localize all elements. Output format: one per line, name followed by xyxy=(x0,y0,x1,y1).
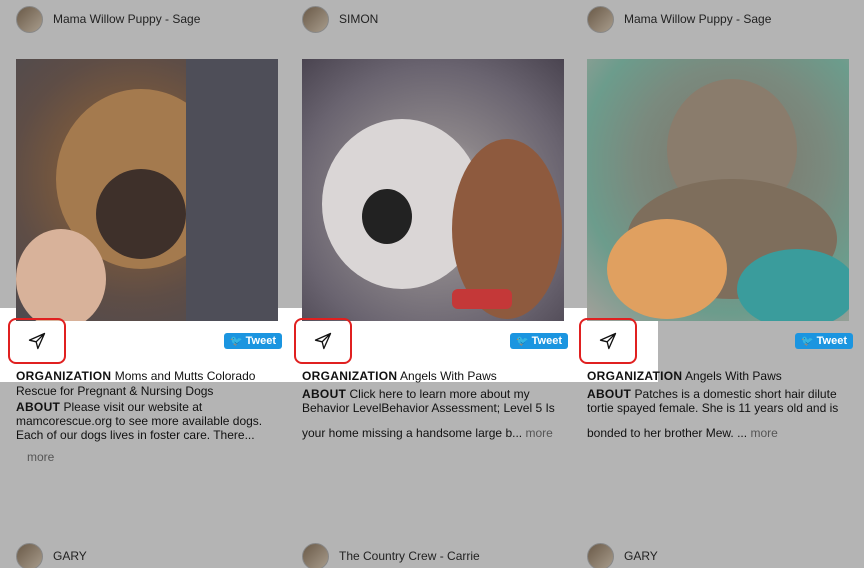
twitter-bird-icon: 🐦 xyxy=(516,335,529,347)
tweet-button[interactable]: 🐦 Tweet xyxy=(510,333,568,349)
about-label: ABOUT xyxy=(16,400,61,414)
tweet-label: Tweet xyxy=(245,335,276,347)
paper-plane-icon xyxy=(28,332,46,350)
card-header: The Country Crew - Carrie xyxy=(302,542,480,568)
username[interactable]: The Country Crew - Carrie xyxy=(339,549,480,563)
share-button[interactable] xyxy=(579,318,637,364)
avatar[interactable] xyxy=(16,542,43,568)
avatar[interactable] xyxy=(587,5,614,33)
username[interactable]: GARY xyxy=(624,549,658,563)
avatar[interactable] xyxy=(302,5,329,33)
card-header: Mama Willow Puppy - Sage xyxy=(587,5,771,33)
twitter-bird-icon: 🐦 xyxy=(801,335,814,347)
pet-card: SIMON 🐦 Tweet ORGANIZATION Angels With P… xyxy=(294,0,568,480)
tweet-label: Tweet xyxy=(531,335,562,347)
tweet-button[interactable]: 🐦 Tweet xyxy=(795,333,853,349)
about-continued: bonded to her brother Mew. ... more xyxy=(587,426,849,440)
card-actions: 🐦 Tweet xyxy=(8,318,282,364)
about-label: ABOUT xyxy=(302,387,347,401)
username[interactable]: Mama Willow Puppy - Sage xyxy=(624,12,771,26)
organization-value: Angels With Paws xyxy=(685,369,782,383)
pet-photo[interactable] xyxy=(16,59,278,321)
card-header: SIMON xyxy=(302,5,378,33)
about-text-2: bonded to her brother Mew. ... xyxy=(587,426,748,440)
about-label: ABOUT xyxy=(587,387,632,401)
more-link[interactable]: more xyxy=(27,450,54,464)
about-continued: your home missing a handsome large b... … xyxy=(302,426,564,440)
pet-card: Mama Willow Puppy - Sage 🐦 Tweet ORGANIZ… xyxy=(8,0,282,480)
username[interactable]: SIMON xyxy=(339,12,378,26)
pet-card: Mama Willow Puppy - Sage 🐦 Tweet ORGANIZ… xyxy=(579,0,853,480)
about: ABOUT Click here to learn more about my … xyxy=(302,387,564,415)
more-link[interactable]: more xyxy=(750,426,777,440)
about: ABOUT Patches is a domestic short hair d… xyxy=(587,387,849,415)
paper-plane-icon xyxy=(314,332,332,350)
card-actions: 🐦 Tweet xyxy=(294,318,568,364)
share-button[interactable] xyxy=(8,318,66,364)
username[interactable]: GARY xyxy=(53,549,87,563)
paper-plane-icon xyxy=(599,332,617,350)
tweet-button[interactable]: 🐦 Tweet xyxy=(224,333,282,349)
card-header: GARY xyxy=(587,542,658,568)
organization-label: ORGANIZATION xyxy=(587,369,683,383)
organization-value: Angels With Paws xyxy=(400,369,497,383)
avatar[interactable] xyxy=(16,5,43,33)
card-header: Mama Willow Puppy - Sage xyxy=(16,5,200,33)
more-link[interactable]: more xyxy=(525,426,552,440)
tweet-label: Tweet xyxy=(816,335,847,347)
avatar[interactable] xyxy=(587,542,614,568)
organization-label: ORGANIZATION xyxy=(16,369,112,383)
pet-photo[interactable] xyxy=(302,59,564,321)
share-button[interactable] xyxy=(294,318,352,364)
organization-label: ORGANIZATION xyxy=(302,369,398,383)
about: ABOUT Please visit our website at mamcor… xyxy=(16,400,278,442)
organization: ORGANIZATION Angels With Paws xyxy=(587,369,849,384)
avatar[interactable] xyxy=(302,542,329,568)
card-header: GARY xyxy=(16,542,87,568)
twitter-bird-icon: 🐦 xyxy=(230,335,243,347)
organization: ORGANIZATION Moms and Mutts Colorado Res… xyxy=(16,369,278,399)
organization: ORGANIZATION Angels With Paws xyxy=(302,369,564,384)
about-text-2: your home missing a handsome large b... xyxy=(302,426,523,440)
username[interactable]: Mama Willow Puppy - Sage xyxy=(53,12,200,26)
card-actions: 🐦 Tweet xyxy=(579,318,853,364)
pet-photo[interactable] xyxy=(587,59,849,321)
